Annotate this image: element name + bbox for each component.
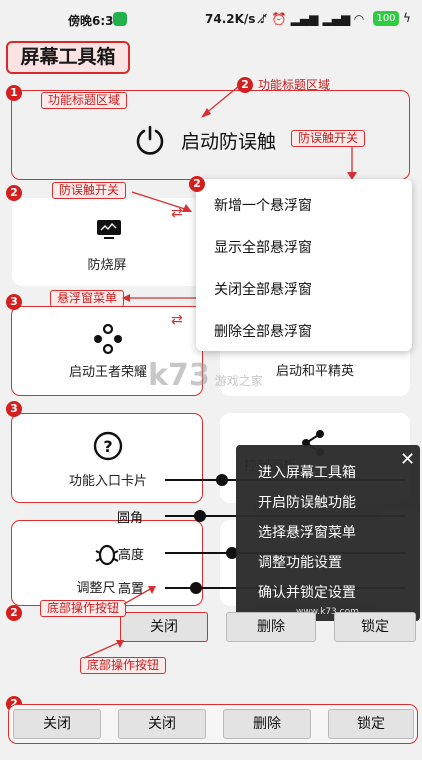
bottom-lock-button[interactable]: 锁定 bbox=[328, 709, 414, 739]
signal-icon-2: ▂▄▆ bbox=[322, 12, 351, 26]
tag-anti-touch-2: 防误触开关 bbox=[291, 130, 366, 147]
wifi-icon: ◠ bbox=[354, 12, 364, 26]
alarm-icon: ⏰ bbox=[271, 12, 287, 26]
menu-item-close-float[interactable]: 关闭全部悬浮窗 bbox=[214, 279, 312, 299]
badge-2-menu: 2 bbox=[189, 176, 205, 192]
annotation-arrow-4 bbox=[123, 586, 156, 605]
adjust-label: 调整尺 bbox=[76, 581, 116, 596]
dark-item-anti-touch[interactable]: 开启防误触功能 bbox=[258, 492, 356, 512]
mid-close-button[interactable]: 关闭 bbox=[120, 612, 208, 642]
entry-card[interactable]: ? 功能入口卡片 bbox=[11, 413, 203, 503]
corner-label: 圆角 bbox=[117, 511, 144, 526]
swap-arrows-icon-2: ⇄ bbox=[171, 312, 183, 328]
watermark: k73 游戏之家 bbox=[148, 358, 263, 393]
dark-item-lock[interactable]: 确认并锁定设置 bbox=[258, 582, 356, 602]
annotation-arrow-2 bbox=[131, 191, 192, 212]
annotation-arrow bbox=[201, 85, 240, 118]
battery-icon: 100 bbox=[373, 11, 399, 26]
monitor-icon bbox=[97, 220, 121, 239]
charging-icon: ϟ bbox=[403, 11, 411, 25]
close-icon[interactable]: ✕ bbox=[400, 449, 415, 470]
badge-1: 1 bbox=[6, 85, 22, 101]
status-bar: 傍晚6:32 74.2K/s ♪̸ ⏰ ▂▄▆ ▂▄▆ ◠ 100 ϟ bbox=[0, 0, 422, 40]
tag-feature-title-2: 功能标题区域 bbox=[258, 78, 331, 92]
bug-icon bbox=[95, 544, 119, 566]
adjust-card[interactable]: 调整尺 bbox=[11, 520, 203, 606]
dark-item-float-menu[interactable]: 选择悬浮窗菜单 bbox=[258, 522, 356, 542]
high-slider-thumb[interactable] bbox=[190, 582, 202, 594]
menu-item-show-float[interactable]: 显示全部悬浮窗 bbox=[214, 237, 312, 257]
badge-2-burn: 2 bbox=[6, 185, 22, 201]
svg-text:?: ? bbox=[103, 437, 112, 456]
anti-touch-label: 启动防误触 bbox=[181, 131, 277, 153]
bottom-close-button-2[interactable]: 关闭 bbox=[118, 709, 206, 739]
dark-item-adjust[interactable]: 调整功能设置 bbox=[258, 552, 342, 572]
badge-3-entry: 3 bbox=[6, 401, 22, 417]
watermark-brand: k73 bbox=[148, 358, 210, 393]
badge-2-bottom-1: 2 bbox=[6, 605, 22, 621]
watermark-sub: 游戏之家 bbox=[214, 374, 263, 388]
mid-lock-button[interactable]: 锁定 bbox=[334, 612, 416, 642]
corner-slider-thumb[interactable] bbox=[194, 510, 206, 522]
annotation-arrow-down bbox=[347, 146, 357, 180]
anti-burn-label: 防烧屏 bbox=[87, 258, 127, 273]
status-net-info: 74.2K/s ♪̸ ⏰ ▂▄▆ ▂▄▆ ◠ bbox=[205, 12, 364, 26]
badge-3-games: 3 bbox=[6, 294, 22, 310]
help-icon: ? bbox=[93, 431, 123, 461]
swap-arrows-icon: ⇄ bbox=[171, 205, 183, 221]
annotation-arrow-5 bbox=[83, 640, 124, 659]
tag-anti-touch-1: 防误触开关 bbox=[52, 182, 127, 199]
app-title: 屏幕工具箱 bbox=[6, 41, 130, 74]
annotation-arrow-3 bbox=[122, 294, 196, 302]
mid-delete-button[interactable]: 删除 bbox=[226, 612, 316, 642]
bottom-delete-button[interactable]: 删除 bbox=[223, 709, 311, 739]
menu-item-add-float[interactable]: 新增一个悬浮窗 bbox=[214, 195, 312, 215]
tag-float-menu: 悬浮窗菜单 bbox=[50, 290, 125, 307]
dark-context-menu: ✕ 进入屏幕工具箱 开启防误触功能 选择悬浮窗菜单 调整功能设置 确认并锁定设置… bbox=[236, 445, 420, 621]
entry-slider-thumb[interactable] bbox=[216, 474, 228, 486]
gamepad-icon bbox=[94, 323, 122, 355]
dark-item-enter[interactable]: 进入屏幕工具箱 bbox=[258, 462, 356, 482]
menu-item-delete-float[interactable]: 删除全部悬浮窗 bbox=[214, 321, 312, 341]
net-speed: 74.2K/s bbox=[205, 12, 256, 26]
mute-icon: ♪̸ bbox=[259, 12, 268, 26]
signal-icon: ▂▄▆ bbox=[290, 12, 319, 26]
tag-bottom-btn-1: 底部操作按钮 bbox=[40, 600, 127, 617]
tag-feature-title: 功能标题区域 bbox=[41, 92, 128, 109]
bottom-close-button-1[interactable]: 关闭 bbox=[13, 709, 101, 739]
power-toggle[interactable]: 启动防误触 bbox=[133, 120, 293, 160]
height-label: 高度 bbox=[118, 548, 145, 563]
power-icon bbox=[136, 125, 164, 155]
float-window-menu: 新增一个悬浮窗 显示全部悬浮窗 关闭全部悬浮窗 删除全部悬浮窗 bbox=[196, 179, 412, 351]
app-notification-icon bbox=[113, 12, 127, 26]
